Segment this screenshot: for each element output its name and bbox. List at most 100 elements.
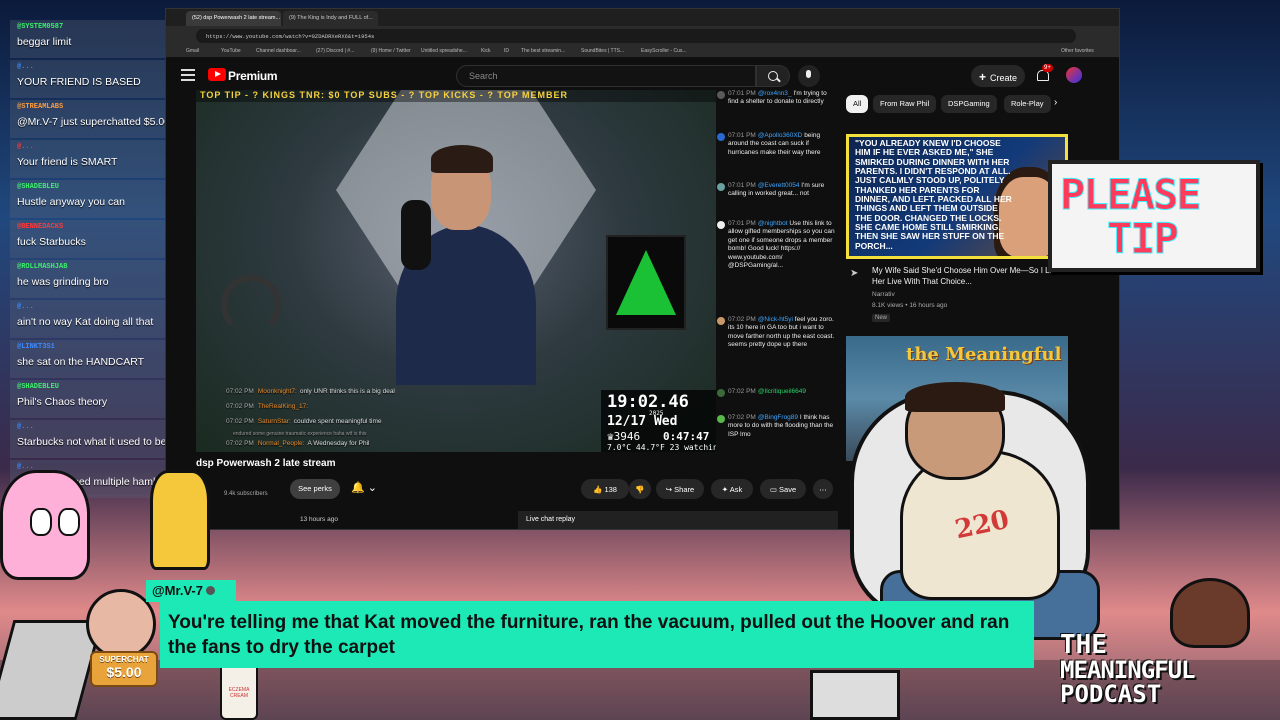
verified-icon (205, 586, 215, 595)
chat-user: @ROLLMASHJAB (17, 263, 68, 271)
chevron-right-icon[interactable]: › (1054, 97, 1057, 108)
bookmark[interactable]: (27) Discord | #... (316, 48, 354, 54)
superchat-badge-label: SUPERCHAT (99, 655, 149, 664)
overlay-chat-time: 07:02 PM (226, 403, 254, 410)
recommended-video-channel[interactable]: Narrativ (872, 291, 895, 298)
overlay-chat-line: 07:02 PM Normal_People: A Wednesday for Ph… (226, 440, 369, 447)
bookmark[interactable]: (9) Home / Twitter (371, 48, 411, 54)
video-thumbnail[interactable]: "YOU ALREADY KNEW I'D CHOOSE HIM IF HE E… (846, 134, 1068, 259)
overlay-chat-name: TheRealKing_17: (257, 403, 309, 410)
search-icon[interactable] (756, 65, 790, 87)
lc-user[interactable]: @Nick-ht5yi (758, 316, 793, 323)
chat-text: YOUR FRIEND IS BASED (17, 76, 141, 88)
browser-tab[interactable]: (52) dsp Powerwash 2 late stream... (186, 11, 281, 26)
microphone-icon[interactable] (798, 65, 820, 87)
chat-message: @... Starbucks not what it used to be (10, 420, 170, 458)
recommended-video-stats: 8.1K views • 16 hours ago (872, 302, 948, 309)
chat-text: beggar limit (17, 36, 72, 48)
bookmark[interactable]: SoundBites | TTS... (581, 48, 624, 54)
stream-top-banner: TOP TIP - ? KINGS TNR: $0 TOP SUBS - ? T… (196, 90, 716, 102)
chat-user: @... (17, 423, 34, 431)
live-chat-replay-toggle[interactable]: Live chat replay (518, 511, 838, 529)
recommended-video-title[interactable]: My Wife Said She'd Choose Him Over Me—So… (872, 266, 1062, 288)
chip-dspgaming[interactable]: DSPGaming (941, 95, 997, 113)
bookmarks-bar: Gmail YouTube Channel dashboar... (27) D… (166, 46, 1119, 58)
overlay-chat-name: SaturnStar: (257, 418, 291, 425)
superchat-amount: $5.00 (106, 664, 142, 680)
chat-text: @Mr.V-7 just superchatted $5.00! (17, 116, 173, 128)
video-player[interactable]: TOP TIP - ? KINGS TNR: $0 TOP SUBS - ? T… (196, 90, 716, 452)
lc-time: 07:02 PM (728, 414, 756, 421)
chip-role-play[interactable]: Role-Play (1004, 95, 1051, 113)
microphone-prop (401, 200, 431, 270)
thumbs-up-icon: 👍 (593, 485, 605, 494)
lc-user[interactable]: @Everett0054 (758, 182, 800, 189)
share-icon: ↪ (665, 485, 675, 494)
lc-user[interactable]: @rox4nn3_ (758, 90, 792, 97)
streamer-hair (431, 145, 493, 173)
channel-icon[interactable]: ➤ (850, 268, 858, 279)
chat-avatar (717, 183, 725, 191)
tab-bar: (52) dsp Powerwash 2 late stream... (9) … (166, 9, 1119, 26)
bookmark[interactable]: Untitled spreadshe... (421, 48, 467, 54)
weather-readout: 7.0°C 44.7°F 23 watching n (607, 443, 716, 452)
lc-user[interactable]: @BingFrog89 (758, 414, 798, 421)
like-button[interactable]: 👍 138 (581, 479, 629, 499)
overlay-chat-line: 07:02 PM SaturnStar: couldve spent meaning… (226, 418, 382, 425)
overlay-chat-text: couldve spent meaningful time (293, 418, 382, 425)
chip-all[interactable]: All (846, 95, 869, 113)
youtube-brand[interactable]: Premium (228, 69, 278, 83)
see-perks-button[interactable]: See perks (290, 479, 340, 499)
ask-button[interactable]: ✦ Ask (711, 479, 753, 499)
live-chat-message: 07:02 PM @Nick-ht5yi feel you zoro. its 1… (716, 316, 836, 350)
bookmark[interactable]: YouTube (221, 48, 241, 54)
bookmark[interactable]: ID (504, 48, 509, 54)
more-actions-button[interactable]: ⋯ (813, 479, 833, 499)
bookmark[interactable]: Gmail (186, 48, 199, 54)
watching-count: 23 watching n (669, 443, 716, 452)
ask-label: Ask (729, 485, 743, 494)
christmas-tree-icon (616, 250, 676, 315)
browser-tab[interactable]: (9) The King is Indy and FULL of... (283, 11, 378, 26)
url-input[interactable]: https://www.youtube.com/watch?v=0ZDADRXe… (196, 29, 1076, 43)
lc-user[interactable]: @Ilcritiqueil6649 (758, 388, 806, 395)
address-bar: https://www.youtube.com/watch?v=0ZDADRXe… (166, 26, 1119, 46)
overlay-chat-text: endured some genuine traumatic experienc… (233, 431, 367, 437)
chip-from-raw-phil[interactable]: From Raw Phil (873, 95, 937, 113)
logo-line3: PODCAST (1060, 680, 1162, 708)
chat-user: @SYSTEM0587 (17, 23, 64, 31)
subscription-bell-icon[interactable]: 🔔 ⌄ (351, 479, 391, 499)
overlay-chat-line: 07:02 PM TheRealKing_17: (226, 403, 311, 410)
lc-user[interactable]: @nightbot (758, 220, 788, 227)
bookmark-folder[interactable]: Other favorites (1061, 48, 1094, 54)
save-button[interactable]: ▭ Save (760, 479, 806, 499)
chat-text: ain't no way Kat doing all that (17, 316, 154, 328)
chat-user: @SHADEBLEU (17, 383, 60, 391)
chat-message: @... ain't no way Kat doing all that (10, 300, 170, 338)
create-label: Create (990, 73, 1018, 83)
chat-avatar (717, 91, 725, 99)
bookmark[interactable]: EasyScroller - Cus... (641, 48, 687, 54)
create-button[interactable]: + Create (971, 65, 1025, 87)
bookmark[interactable]: Channel dashboar... (256, 48, 301, 54)
weather-temps: 7.0°C 44.7°F (607, 443, 665, 452)
bookmark[interactable]: Kick (481, 48, 490, 54)
youtube-logo-icon[interactable] (208, 68, 226, 81)
hamburger-menu-icon[interactable] (181, 69, 195, 81)
please-tip-sign: PLEASE TIP (1048, 160, 1260, 272)
chat-text: Hustle anyway you can (17, 196, 125, 208)
lc-time: 07:01 PM (728, 132, 756, 139)
bookmark[interactable]: The best streamin... (521, 48, 565, 54)
recommendation-chips: All From Raw Phil DSPGaming Role-Play › (846, 95, 1116, 117)
lc-user[interactable]: @Apollo360XD (758, 132, 803, 139)
dislike-button[interactable]: 👎 (629, 479, 651, 499)
stream-timer: 0:47:47 (663, 430, 710, 443)
lc-time: 07:02 PM (728, 388, 756, 395)
share-button[interactable]: ↪ Share (656, 479, 704, 499)
search-input[interactable]: Search (456, 65, 756, 87)
chat-message: @BENNEDACKS fuck Starbucks (10, 220, 170, 258)
more-icon: ⋯ (819, 485, 827, 494)
thumbs-down-icon: 👎 (635, 485, 645, 494)
account-avatar[interactable] (1066, 67, 1082, 83)
overlay-chat-line: 07:02 PM Moonknight7: only UNR thinks this… (226, 388, 395, 395)
